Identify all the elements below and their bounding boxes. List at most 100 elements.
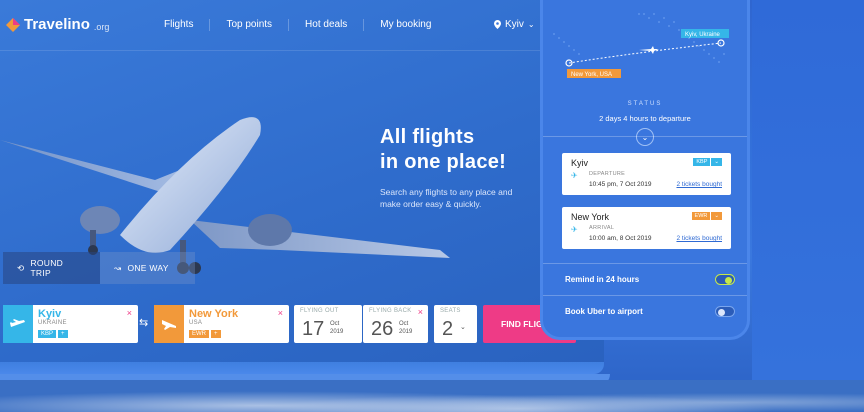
flying-out-month: Oct [330,321,340,327]
header-divider [0,50,604,51]
departure-kind: DEPARTURE [589,171,626,177]
flying-out-year: 2019 [330,329,344,335]
swap-icon[interactable]: ⇆ [139,316,148,329]
arrival-city: New York [571,212,610,222]
flying-back-label: FLYING BACK [369,308,412,314]
clear-return-icon[interactable]: × [418,307,423,317]
flying-out-day: 17 [302,318,325,340]
arrival-code-badge: EWR ⌄ [691,212,722,220]
background-panel [752,0,864,380]
brand-name: Travelino [24,16,90,33]
location-value: Kyiv [505,19,524,30]
flying-back-month: Oct [399,321,409,327]
tab-round-trip[interactable]: ⟲ ROUND TRIP [3,252,100,284]
origin-country: UKRAINE [38,320,67,326]
trip-type-tabs: ⟲ ROUND TRIP ↝ ONE WAY [3,252,195,284]
status-text: 2 days 4 hours to departure [599,114,691,123]
departure-time: 10:45 pm, 7 Oct 2019 [589,181,652,188]
hero-title-line-1: All flights [380,126,475,148]
flying-out-field[interactable]: FLYING OUT 17 Oct 2019 [294,305,362,343]
phone-mockup: Kyiv, Ukraine New York, USA STATUS 2 day… [540,0,750,340]
takeoff-icon [3,305,33,343]
nav-item-top-points[interactable]: Top points [210,19,290,31]
tab-label: ROUND TRIP [30,258,64,278]
route-map: Kyiv, Ukraine New York, USA [553,13,729,78]
uber-toggle-row: Book Uber to airport [565,306,735,317]
destination-code: EWR [189,330,209,338]
brand-suffix: .org [93,21,110,32]
flying-back-year: 2019 [399,329,413,335]
location-select[interactable]: Kyiv ⌄ [494,19,535,30]
expand-button[interactable]: ⌄ [636,128,654,146]
round-trip-icon: ⟲ [17,262,25,273]
departure-code: KBP [693,158,711,166]
uber-toggle[interactable] [715,306,735,317]
chevron-down-icon[interactable]: ⌄ [711,212,722,220]
nav-item-hot-deals[interactable]: Hot deals [289,19,365,31]
chevron-down-icon: ⌄ [641,132,649,142]
divider [543,295,747,296]
logo-icon [6,17,20,32]
departure-code-badge: KBP ⌄ [693,158,722,166]
divider [543,136,747,137]
clear-origin-icon[interactable]: × [127,308,132,318]
laptop-base [0,362,604,374]
seats-select[interactable]: SEATS 2 ⌄ [434,305,477,343]
flying-out-label: FLYING OUT [300,308,339,314]
tab-label: ONE WAY [127,263,169,273]
uber-label: Book Uber to airport [565,307,643,316]
departure-city: Kyiv [571,158,589,168]
app-root: Travelino .org Flights Top points Hot de… [0,0,864,412]
flying-out-month-year: Oct 2019 [330,320,343,336]
arrival-code: EWR [691,212,711,220]
chevron-down-icon: ⌄ [527,20,535,29]
arrival-kind: ARRIVAL [589,225,615,231]
hero-subtitle: Search any flights to any place and make… [380,187,513,209]
chevron-down-icon[interactable]: ⌄ [711,158,722,166]
landing-icon: ✈ [571,225,578,234]
departure-card[interactable]: Kyiv KBP ⌄ ✈ DEPARTURE 10:45 pm, 7 Oct 2… [562,153,731,195]
status-label: STATUS [627,101,663,107]
divider [543,263,747,264]
hero-title-line-2: in one place! [380,151,507,173]
origin-city: Kyiv [38,308,62,320]
hero-title: All flights in one place! [380,125,506,175]
takeoff-icon: ✈ [571,171,578,180]
remind-toggle[interactable] [715,274,735,285]
tab-one-way[interactable]: ↝ ONE WAY [100,252,195,284]
clear-destination-icon[interactable]: × [278,308,283,318]
origin-field[interactable]: Kyiv UKRAINE KBP + × [3,305,138,343]
nav-item-flights[interactable]: Flights [164,19,211,31]
one-way-icon: ↝ [114,262,122,273]
origin-code: KBP [38,330,57,338]
add-icon[interactable]: + [58,330,68,338]
remind-label: Remind in 24 hours [565,275,640,284]
chevron-down-icon: ⌄ [460,324,466,331]
destination-country: USA [189,320,203,326]
arrival-card[interactable]: New York EWR ⌄ ✈ ARRIVAL 10:00 am, 8 Oct… [562,207,731,249]
location-pin-icon [494,20,501,29]
seats-value: 2 [442,318,454,340]
flying-back-month-year: Oct 2019 [399,320,412,336]
arrival-tickets-link[interactable]: 2 tickets bought [676,235,722,242]
remind-toggle-row: Remind in 24 hours [565,274,735,285]
flying-back-field[interactable]: FLYING BACK × 26 Oct 2019 [363,305,428,343]
destination-field[interactable]: New York USA EWR + × [154,305,289,343]
destination-code-badge: EWR + [189,330,221,338]
add-icon[interactable]: + [211,330,221,338]
seats-label: SEATS [440,308,461,314]
map-label-origin: Kyiv, Ukraine [685,32,721,38]
arrival-time: 10:00 am, 8 Oct 2019 [589,235,652,242]
flying-back-day: 26 [371,318,394,340]
toggle-knob [725,277,732,284]
destination-city: New York [189,308,239,320]
brand-logo[interactable]: Travelino .org [6,16,109,33]
laptop-screen: Travelino .org Flights Top points Hot de… [0,0,604,362]
main-nav: Flights Top points Hot deals My booking [164,19,447,31]
departure-tickets-link[interactable]: 2 tickets bought [676,181,722,188]
map-label-destination: New York, USA [571,72,612,78]
nav-item-my-booking[interactable]: My booking [364,19,447,31]
toggle-knob [718,309,725,316]
clouds-backdrop [0,380,864,412]
landing-icon [154,305,184,343]
